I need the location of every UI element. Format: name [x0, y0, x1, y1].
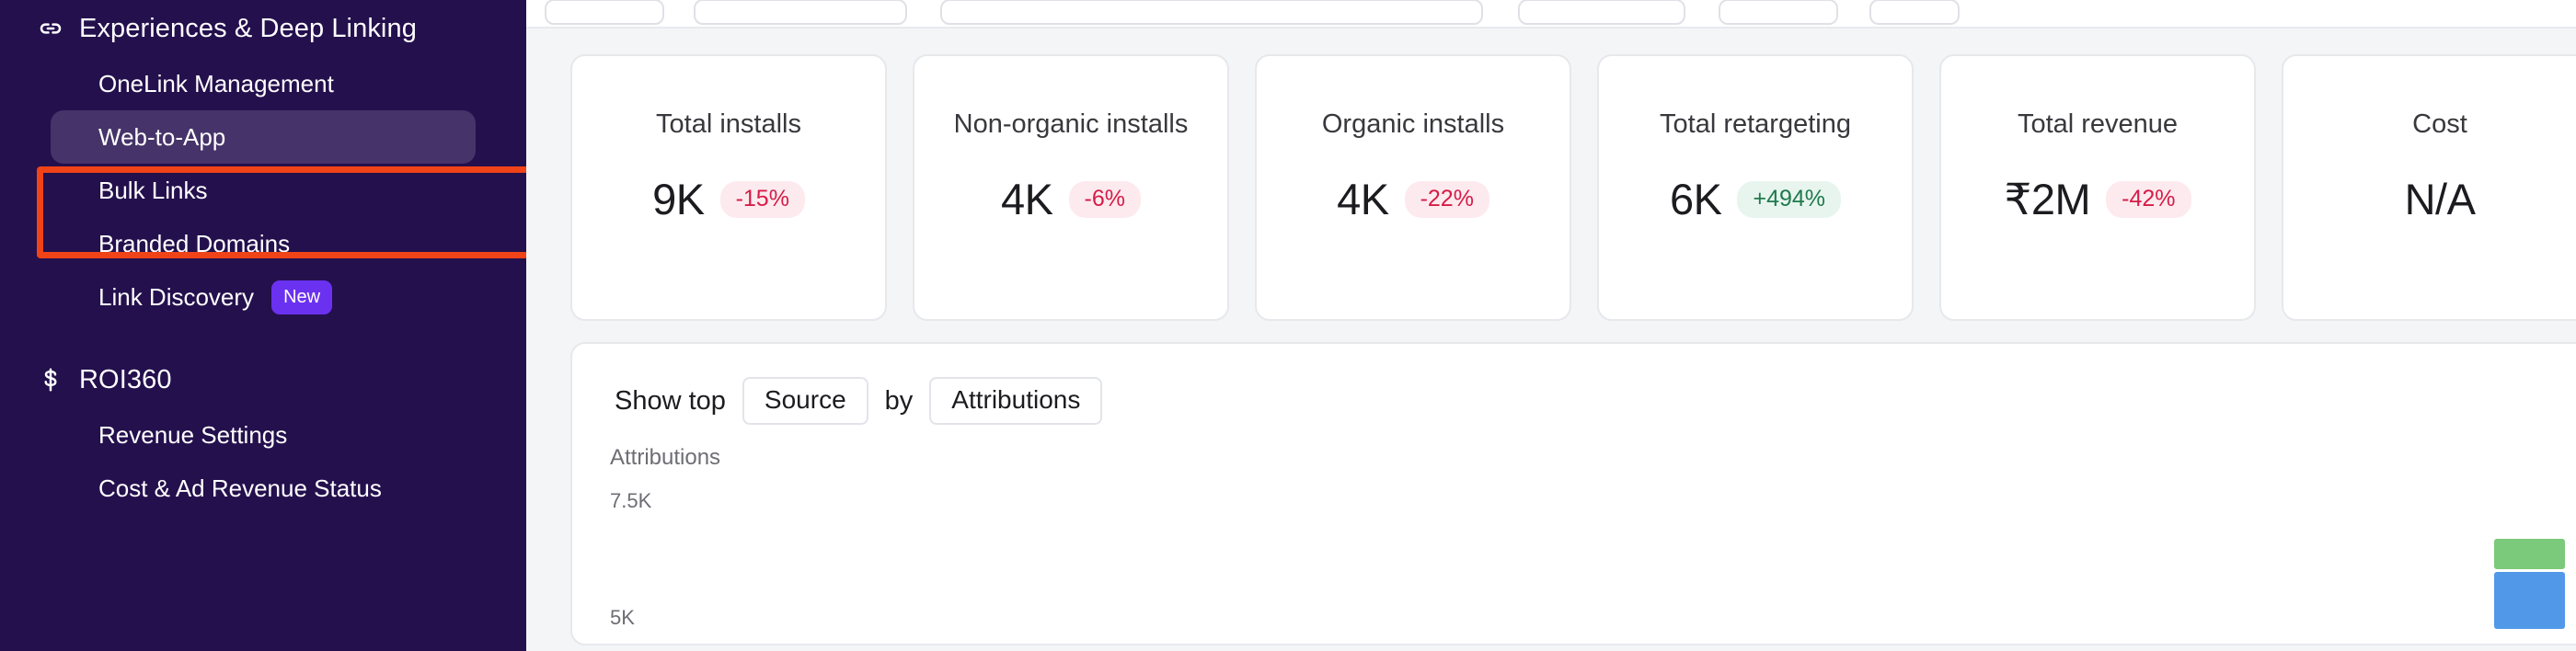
kpi-card-total-retargeting[interactable]: Total retargeting 6K +494%	[1597, 54, 1914, 321]
sidebar-item-link-discovery[interactable]: Link Discovery New	[51, 270, 476, 324]
kpi-value: 9K	[652, 175, 705, 223]
show-top-label: Show top	[615, 385, 726, 416]
sidebar-section-label: Experiences & Deep Linking	[79, 13, 417, 43]
kpi-card-non-organic-installs[interactable]: Non-organic installs 4K -6%	[913, 54, 1229, 321]
kpi-title: Non-organic installs	[953, 109, 1189, 139]
kpi-value-row: ₹2M -42%	[2004, 174, 2191, 225]
app-root: Experiences & Deep Linking OneLink Manag…	[0, 0, 2576, 651]
filters-strip	[526, 0, 2576, 29]
kpi-card-cost[interactable]: Cost N/A	[2282, 54, 2576, 321]
chart-bar-segment-blue[interactable]	[2494, 572, 2565, 629]
main-content: Total installs 9K -15% Non-organic insta…	[526, 0, 2576, 651]
link-icon	[37, 15, 79, 42]
kpi-card-organic-installs[interactable]: Organic installs 4K -22%	[1255, 54, 1571, 321]
chart-plot-area: Attributions 7.5K 5K	[572, 445, 2576, 629]
left-sidebar: Experiences & Deep Linking OneLink Manag…	[0, 0, 550, 651]
kpi-value-row: 9K -15%	[652, 174, 805, 224]
sidebar-item-label: Web-to-App	[98, 122, 226, 151]
sidebar-section-experiences-deep-linking[interactable]: Experiences & Deep Linking	[0, 0, 526, 57]
sidebar-item-bulk-links[interactable]: Bulk Links	[51, 164, 476, 217]
kpi-value: 4K	[1001, 175, 1053, 223]
sidebar-item-revenue-settings[interactable]: Revenue Settings	[51, 408, 476, 462]
kpi-title: Total installs	[656, 109, 801, 139]
sidebar-item-label: Branded Domains	[98, 229, 291, 257]
kpi-value: ₹2M	[2004, 175, 2091, 223]
kpi-delta-badge: -42%	[2106, 181, 2191, 218]
filter-chip[interactable]	[940, 0, 1483, 25]
sidebar-section-label: ROI360	[79, 364, 172, 394]
kpi-title: Organic installs	[1321, 109, 1505, 139]
kpi-value: 6K	[1669, 175, 1722, 223]
filter-chip[interactable]	[1719, 0, 1838, 25]
sidebar-item-web-to-app[interactable]: Web-to-App	[51, 110, 476, 164]
chart-controls: Show top Source by Attributions	[572, 344, 2576, 425]
dimension-select[interactable]: Source	[742, 377, 868, 425]
kpi-delta-badge: -15%	[719, 180, 805, 218]
kpi-value: N/A	[2404, 175, 2476, 223]
chart-y-tick: 7.5K	[610, 489, 652, 512]
chart-y-axis-title: Attributions	[610, 445, 721, 470]
top-sources-chart-card: Show top Source by Attributions Attribut…	[570, 342, 2576, 645]
sidebar-item-branded-domains[interactable]: Branded Domains	[51, 217, 476, 270]
kpi-value-row: 4K -6%	[1001, 174, 1141, 224]
kpi-delta-badge: -22%	[1404, 180, 1489, 218]
filter-chip[interactable]	[1869, 0, 1960, 25]
filter-chip[interactable]	[545, 0, 664, 25]
sidebar-item-label: Revenue Settings	[98, 420, 288, 449]
by-label: by	[884, 385, 914, 416]
kpi-card-total-installs[interactable]: Total installs 9K -15%	[570, 54, 887, 321]
sidebar-section-roi360[interactable]: ROI360	[0, 351, 526, 408]
kpi-value-row: N/A	[2405, 174, 2476, 224]
kpi-card-total-revenue[interactable]: Total revenue ₹2M -42%	[1939, 54, 2256, 321]
sidebar-item-onelink-management[interactable]: OneLink Management	[51, 57, 476, 110]
sidebar-item-label: Bulk Links	[98, 176, 208, 204]
kpi-title: Total revenue	[2017, 109, 2179, 139]
sidebar-item-label: OneLink Management	[98, 69, 334, 97]
dollar-icon	[37, 366, 79, 394]
filter-chip[interactable]	[1518, 0, 1685, 25]
sidebar-item-cost-ad-revenue-status[interactable]: Cost & Ad Revenue Status	[51, 462, 476, 515]
metric-select[interactable]: Attributions	[929, 377, 1103, 425]
kpi-value: 4K	[1337, 175, 1389, 223]
kpi-value-row: 4K -22%	[1337, 174, 1489, 224]
kpi-card-row: Total installs 9K -15% Non-organic insta…	[526, 29, 2576, 321]
kpi-title: Total retargeting	[1660, 109, 1851, 139]
filter-chip[interactable]	[694, 0, 907, 25]
sidebar-item-label: Cost & Ad Revenue Status	[98, 474, 382, 502]
sidebar-item-label: Link Discovery	[98, 282, 255, 311]
kpi-title: Cost	[2412, 109, 2467, 139]
new-badge: New	[271, 280, 333, 314]
kpi-delta-badge: +494%	[1737, 180, 1842, 218]
kpi-value-row: 6K +494%	[1669, 174, 1842, 224]
kpi-delta-badge: -6%	[1068, 180, 1141, 218]
chart-y-tick: 5K	[610, 606, 635, 629]
chart-bar-segment-green[interactable]	[2494, 539, 2565, 569]
